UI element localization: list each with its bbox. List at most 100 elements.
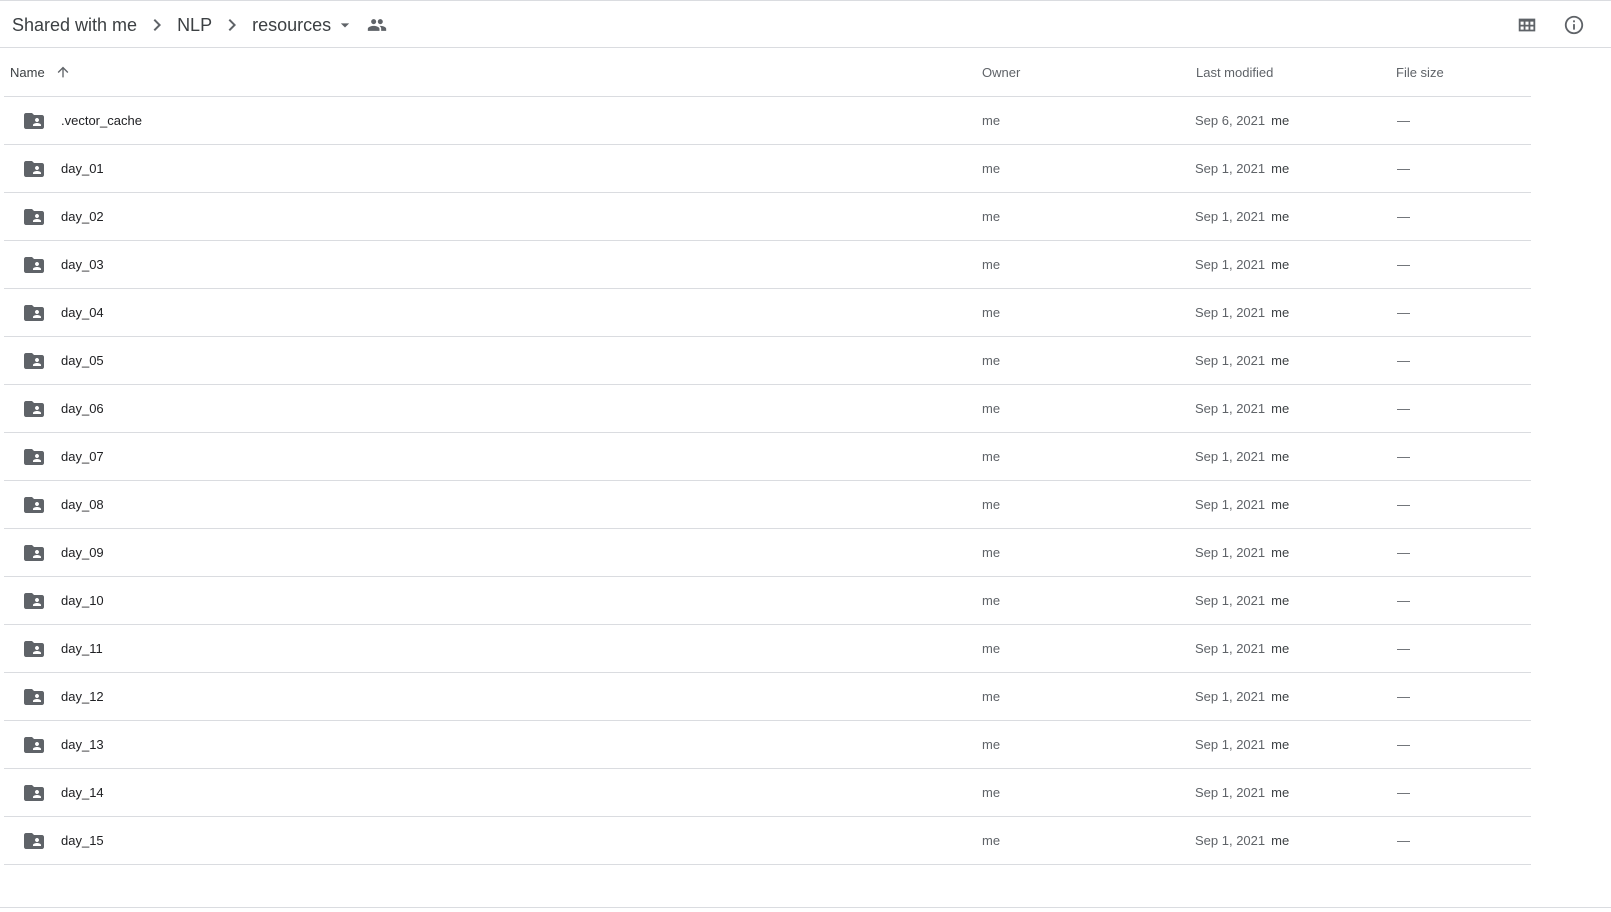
modified-date: Sep 1, 2021 <box>1195 401 1266 416</box>
file-size: — <box>1397 641 1410 656</box>
file-name[interactable]: day_09 <box>61 529 104 576</box>
file-size: — <box>1397 113 1410 128</box>
file-last-modified: Sep 1, 2021 me <box>1195 721 1289 768</box>
table-row[interactable]: day_06 me Sep 1, 2021 me — <box>4 385 1531 433</box>
shared-folder-icon <box>22 817 46 864</box>
column-header-last-modified[interactable]: Last modified <box>1196 48 1273 96</box>
modified-date: Sep 1, 2021 <box>1195 257 1266 272</box>
file-name[interactable]: day_13 <box>61 721 104 768</box>
modified-date: Sep 1, 2021 <box>1195 641 1266 656</box>
info-icon[interactable] <box>1562 13 1586 37</box>
file-size: — <box>1397 401 1410 416</box>
file-size: — <box>1397 353 1410 368</box>
table-row[interactable]: day_05 me Sep 1, 2021 me — <box>4 337 1531 385</box>
table-row[interactable]: day_02 me Sep 1, 2021 me — <box>4 193 1531 241</box>
table-row[interactable]: .vector_cache me Sep 6, 2021 me — <box>4 97 1531 145</box>
table-row[interactable]: day_04 me Sep 1, 2021 me — <box>4 289 1531 337</box>
file-name[interactable]: day_10 <box>61 577 104 624</box>
table-row[interactable]: day_08 me Sep 1, 2021 me — <box>4 481 1531 529</box>
file-owner: me <box>982 257 1001 272</box>
shared-folder-icon <box>22 241 46 288</box>
top-bar: Shared with me NLP resources <box>0 0 1611 48</box>
shared-folder-icon <box>22 337 46 384</box>
shared-folder-icon <box>22 289 46 336</box>
modified-by: me <box>1271 785 1290 800</box>
table-row[interactable]: day_03 me Sep 1, 2021 me — <box>4 241 1531 289</box>
file-last-modified: Sep 1, 2021 me <box>1195 529 1289 576</box>
file-size: — <box>1397 593 1410 608</box>
modified-date: Sep 1, 2021 <box>1195 497 1266 512</box>
grid-view-icon[interactable] <box>1515 13 1539 37</box>
table-row[interactable]: day_14 me Sep 1, 2021 me — <box>4 769 1531 817</box>
file-last-modified: Sep 1, 2021 me <box>1195 433 1289 480</box>
modified-date: Sep 1, 2021 <box>1195 305 1266 320</box>
file-name[interactable]: day_14 <box>61 769 104 816</box>
file-size: — <box>1397 161 1410 176</box>
table-row[interactable]: day_01 me Sep 1, 2021 me — <box>4 145 1531 193</box>
table-row[interactable]: day_07 me Sep 1, 2021 me — <box>4 433 1531 481</box>
shared-folder-icon <box>22 433 46 480</box>
file-owner: me <box>982 401 1001 416</box>
file-size: — <box>1397 785 1410 800</box>
shared-folder-icon <box>22 193 46 240</box>
shared-folder-icon <box>22 385 46 432</box>
file-last-modified: Sep 1, 2021 me <box>1195 577 1289 624</box>
modified-by: me <box>1271 161 1290 176</box>
modified-date: Sep 1, 2021 <box>1195 785 1266 800</box>
table-row[interactable]: day_11 me Sep 1, 2021 me — <box>4 625 1531 673</box>
modified-by: me <box>1271 449 1290 464</box>
file-name[interactable]: day_11 <box>61 625 103 672</box>
file-last-modified: Sep 1, 2021 me <box>1195 817 1289 864</box>
arrow-drop-down-icon <box>335 15 355 35</box>
file-owner: me <box>982 833 1001 848</box>
file-list: Name Owner Last modified File size .vect… <box>4 48 1531 865</box>
modified-by: me <box>1271 737 1290 752</box>
breadcrumb-current-folder[interactable]: resources <box>252 15 355 36</box>
file-last-modified: Sep 1, 2021 me <box>1195 193 1289 240</box>
modified-by: me <box>1271 209 1290 224</box>
file-size: — <box>1397 545 1410 560</box>
file-name[interactable]: day_07 <box>61 433 104 480</box>
modified-by: me <box>1271 113 1290 128</box>
breadcrumb-shared-with-me[interactable]: Shared with me <box>12 15 137 36</box>
file-name[interactable]: day_03 <box>61 241 104 288</box>
file-owner: me <box>982 449 1001 464</box>
modified-by: me <box>1271 353 1290 368</box>
modified-date: Sep 1, 2021 <box>1195 545 1266 560</box>
chevron-right-icon <box>220 13 244 37</box>
file-name[interactable]: day_01 <box>61 145 104 192</box>
file-name[interactable]: day_06 <box>61 385 104 432</box>
column-header-name[interactable]: Name <box>10 48 71 96</box>
file-last-modified: Sep 1, 2021 me <box>1195 337 1289 384</box>
shared-folder-icon <box>22 145 46 192</box>
modified-date: Sep 6, 2021 <box>1195 113 1266 128</box>
chevron-right-icon <box>145 13 169 37</box>
file-last-modified: Sep 1, 2021 me <box>1195 145 1289 192</box>
file-owner: me <box>982 737 1001 752</box>
shared-folder-icon <box>22 769 46 816</box>
modified-date: Sep 1, 2021 <box>1195 833 1266 848</box>
table-row[interactable]: day_12 me Sep 1, 2021 me — <box>4 673 1531 721</box>
file-name[interactable]: .vector_cache <box>61 97 142 144</box>
file-name[interactable]: day_05 <box>61 337 104 384</box>
file-name[interactable]: day_12 <box>61 673 104 720</box>
modified-by: me <box>1271 641 1290 656</box>
modified-by: me <box>1271 497 1290 512</box>
modified-by: me <box>1271 545 1290 560</box>
table-row[interactable]: day_13 me Sep 1, 2021 me — <box>4 721 1531 769</box>
table-row[interactable]: day_10 me Sep 1, 2021 me — <box>4 577 1531 625</box>
file-name[interactable]: day_04 <box>61 289 104 336</box>
file-name[interactable]: day_08 <box>61 481 104 528</box>
modified-by: me <box>1271 593 1290 608</box>
modified-date: Sep 1, 2021 <box>1195 353 1266 368</box>
breadcrumb-nlp[interactable]: NLP <box>177 15 212 36</box>
modified-date: Sep 1, 2021 <box>1195 593 1266 608</box>
shared-folder-icon <box>22 97 46 144</box>
arrow-upward-icon[interactable] <box>55 64 71 80</box>
file-size: — <box>1397 497 1410 512</box>
table-row[interactable]: day_09 me Sep 1, 2021 me — <box>4 529 1531 577</box>
table-row[interactable]: day_15 me Sep 1, 2021 me — <box>4 817 1531 865</box>
file-name[interactable]: day_15 <box>61 817 104 864</box>
modified-by: me <box>1271 689 1290 704</box>
file-name[interactable]: day_02 <box>61 193 104 240</box>
